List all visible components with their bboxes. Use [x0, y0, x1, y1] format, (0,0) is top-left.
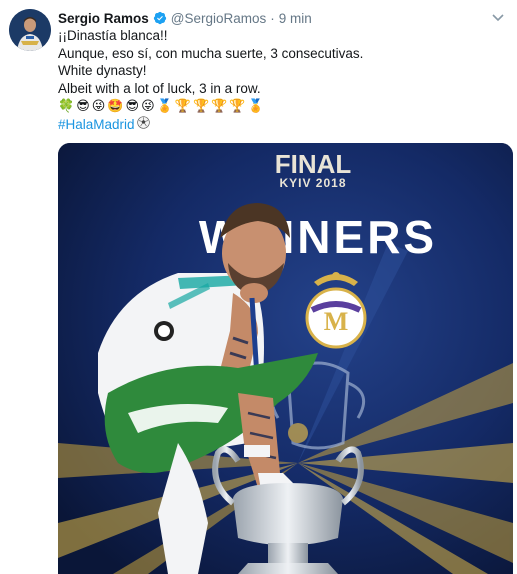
- trophy-emoji: 🏆: [229, 98, 246, 114]
- svg-text:M: M: [324, 307, 349, 336]
- photo-illustration: FINAL KYIV 2018 WINNERS M: [58, 143, 513, 574]
- star-struck-emoji: 🤩: [107, 98, 124, 114]
- medal-emoji: 🏅: [156, 98, 173, 114]
- author-name[interactable]: Sergio Ramos: [58, 11, 149, 26]
- tweet-text: ¡¡Dinastía blanca!! Aunque, eso sí, con …: [58, 27, 498, 134]
- medal-emoji: 🏅: [247, 98, 264, 114]
- emoji-row: 🍀 😎 😜 🤩 😎 😜 🏅 🏆 🏆 🏆 🏆 🏅: [58, 98, 498, 116]
- trophy-emoji: 🏆: [174, 98, 191, 114]
- sunglasses-emoji: 😎: [125, 98, 140, 114]
- trophy-emoji: 🏆: [211, 98, 228, 114]
- tweet-timestamp[interactable]: 9 min: [279, 11, 312, 26]
- banner-subtitle: KYIV 2018: [279, 176, 346, 190]
- clover-emoji: 🍀: [58, 98, 75, 114]
- tweet-line: Aunque, eso sí, con mucha suerte, 3 cons…: [58, 45, 364, 61]
- hashtag-link[interactable]: #HalaMadrid: [58, 116, 135, 134]
- separator-dot: ·: [270, 10, 275, 26]
- tweet-header: Sergio Ramos @SergioRamos · 9 min: [58, 9, 507, 27]
- tweet-line: Albeit with a lot of luck, 3 in a row.: [58, 81, 261, 97]
- tweet-line: ¡¡Dinastía blanca!!: [58, 28, 168, 43]
- tweet-card[interactable]: Sergio Ramos @SergioRamos · 9 min ¡¡Dina…: [0, 0, 517, 574]
- avatar-image: [9, 9, 51, 51]
- trophy-emoji: 🏆: [193, 98, 210, 114]
- tweet-photo[interactable]: FINAL KYIV 2018 WINNERS M: [58, 143, 513, 574]
- author-handle[interactable]: @SergioRamos: [171, 11, 267, 26]
- soccer-ball-icon: [136, 116, 150, 134]
- avatar[interactable]: [9, 9, 51, 51]
- winking-tongue-emoji: 😜: [141, 98, 155, 114]
- sunglasses-emoji: 😎: [76, 98, 90, 114]
- winking-tongue-emoji: 😜: [91, 98, 106, 114]
- chevron-down-icon[interactable]: [489, 9, 507, 27]
- banner-title: FINAL: [275, 149, 352, 179]
- hashtag-line: #HalaMadrid: [58, 116, 498, 134]
- verified-badge-icon: [153, 11, 167, 25]
- tweet-line: White dynasty!: [58, 63, 147, 79]
